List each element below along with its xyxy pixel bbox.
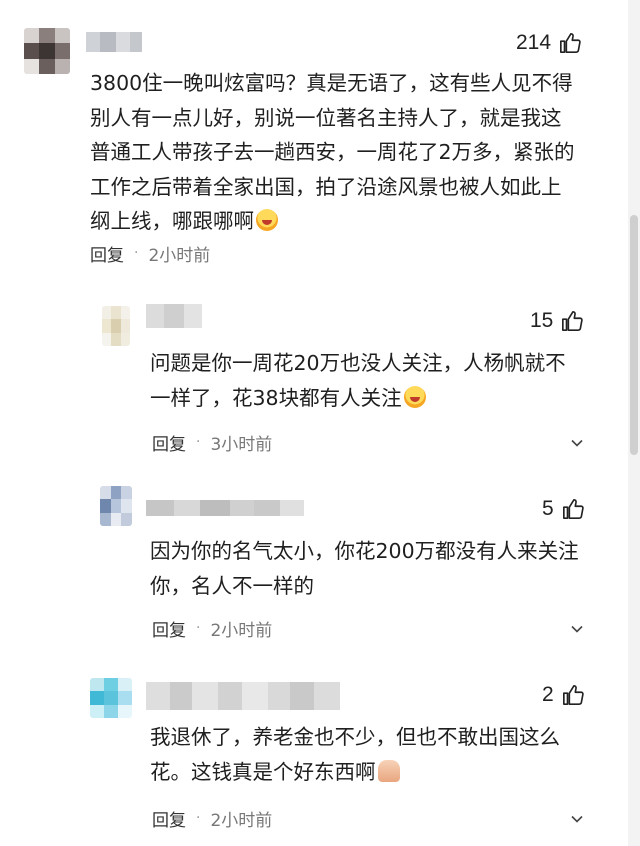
meta-separator: ·	[196, 810, 201, 826]
comment-line: 工作之后带着全家出国，拍了沿途风景也被人如此上	[90, 174, 562, 199]
laugh-cry-emoji	[256, 209, 278, 231]
reply-button[interactable]: 回复	[152, 806, 186, 831]
username-blurred[interactable]	[86, 32, 142, 52]
reply-item: 15 问题是你一周花20万也没人关注，人杨帆就不 一样了，花38块都有人关注 回…	[0, 290, 640, 460]
thumbs-up-icon[interactable]	[562, 684, 584, 706]
chevron-down-icon[interactable]	[570, 812, 584, 826]
like-count: 214	[516, 31, 552, 54]
reply-text: 因为你的名气太小，你花200万都没有人来关注 你，名人不一样的	[150, 534, 579, 603]
reply-button[interactable]: 回复	[90, 241, 124, 266]
username-blurred[interactable]	[146, 304, 202, 328]
comment-line-text: 一样了，花38块都有人关注	[150, 385, 402, 410]
like-count: 15	[530, 309, 554, 332]
meta-separator: ·	[196, 620, 201, 636]
avatar[interactable]	[90, 678, 132, 718]
laugh-cry-emoji	[403, 385, 426, 408]
thumbs-up-icon[interactable]	[562, 498, 584, 520]
chevron-down-icon[interactable]	[570, 622, 584, 636]
like-group[interactable]: 2	[542, 680, 584, 710]
comment-line: 因为你的名气太小，你花200万都没有人来关注	[150, 539, 579, 563]
comment-line: 我退休了，养老金也不少，但也不敢出国这么	[150, 725, 560, 749]
scrollbar-thumb[interactable]	[630, 215, 638, 455]
like-group[interactable]: 214	[516, 28, 581, 58]
comment-line: 问题是你一周花20万也没人关注，人杨帆就不	[150, 351, 566, 375]
comment-line: 纲上线，哪跟哪啊	[90, 204, 575, 239]
comment-text: 3800住一晚叫炫富吗？真是无语了，这有些人见不得 别人有一点儿好，别说一位著名…	[90, 66, 575, 239]
comment-meta: 回复 · 2小时前	[152, 616, 273, 641]
comment-meta: 回复 · 3小时前	[152, 430, 273, 455]
username-blurred[interactable]	[146, 500, 304, 516]
comment-line: 一样了，花38块都有人关注	[150, 381, 566, 416]
praying-hands-emoji	[377, 759, 400, 782]
meta-separator: ·	[134, 245, 139, 261]
reply-item: 5 因为你的名气太小，你花200万都没有人来关注 你，名人不一样的 回复 · 2…	[0, 480, 640, 660]
comment-line: 3800住一晚叫炫富吗？真是无语了，这有些人见不得	[90, 71, 573, 95]
meta-separator: ·	[196, 434, 201, 450]
timestamp: 2小时前	[210, 620, 273, 641]
like-count: 2	[542, 683, 554, 706]
comment-line: 花。这钱真是个好东西啊	[150, 755, 560, 790]
chevron-down-icon[interactable]	[570, 436, 584, 450]
reply-item: 2 我退休了，养老金也不少，但也不敢出国这么 花。这钱真是个好东西啊 回复 · …	[0, 670, 640, 846]
comment-meta: 回复 · 2小时前	[152, 806, 273, 831]
avatar[interactable]	[24, 28, 70, 74]
reply-text: 问题是你一周花20万也没人关注，人杨帆就不 一样了，花38块都有人关注	[150, 346, 566, 415]
scrollbar-track[interactable]	[628, 0, 640, 846]
comment-line: 别人有一点儿好，别说一位著名主持人了，就是我这	[90, 105, 562, 130]
like-count: 5	[542, 497, 554, 520]
timestamp: 2小时前	[210, 810, 273, 831]
reply-button[interactable]: 回复	[152, 430, 186, 455]
comment-line-text: 花。这钱真是个好东西啊	[150, 759, 376, 784]
avatar[interactable]	[102, 306, 130, 346]
thumbs-up-icon[interactable]	[561, 310, 584, 332]
reply-text: 我退休了，养老金也不少，但也不敢出国这么 花。这钱真是个好东西啊	[150, 720, 560, 789]
thumbs-up-icon[interactable]	[559, 32, 581, 54]
like-group[interactable]: 5	[542, 494, 584, 524]
avatar[interactable]	[100, 486, 132, 526]
comment-meta: 回复 · 2小时前	[90, 241, 211, 266]
comment-item: 214 3800住一晚叫炫富吗？真是无语了，这有些人见不得 别人有一点儿好，别说…	[0, 0, 640, 270]
username-blurred[interactable]	[146, 682, 340, 710]
timestamp: 3小时前	[210, 434, 273, 455]
like-group[interactable]: 15	[530, 306, 584, 336]
reply-button[interactable]: 回复	[152, 616, 186, 641]
comment-line: 普通工人带孩子去一趟西安，一周花了2万多，紧张的	[90, 140, 575, 164]
comment-line-text: 纲上线，哪跟哪啊	[90, 209, 254, 233]
comment-line: 你，名人不一样的	[150, 573, 314, 598]
timestamp: 2小时前	[148, 245, 211, 266]
